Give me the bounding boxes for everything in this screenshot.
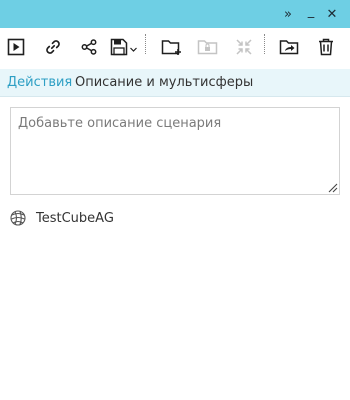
close-button[interactable]: ✕ <box>323 4 341 24</box>
folder-plus-icon <box>161 40 181 55</box>
toolbar-separator <box>264 34 265 54</box>
close-icon: ✕ <box>326 6 338 22</box>
minimize-icon: _ <box>307 3 315 19</box>
play-button[interactable] <box>5 36 27 58</box>
scenario-description-input[interactable] <box>10 107 340 195</box>
folder-lock-icon <box>197 40 218 55</box>
move-to-folder-button[interactable] <box>278 36 302 58</box>
minimize-button[interactable]: _ <box>302 4 320 24</box>
expand-button[interactable]: » <box>279 4 297 24</box>
collapse-arrows-icon <box>236 39 252 55</box>
trash-icon <box>319 38 333 56</box>
resize-grip-icon[interactable] <box>327 182 338 193</box>
cube-icon <box>10 210 26 226</box>
new-folder-button[interactable] <box>160 36 184 58</box>
toolbar-separator <box>145 34 146 54</box>
double-chevron-right-icon: » <box>284 6 292 22</box>
tab-actions[interactable]: Действия <box>7 75 72 90</box>
window-titlebar: » _ ✕ <box>0 0 350 28</box>
scenario-item[interactable]: TestCubeAG <box>9 208 114 228</box>
delete-button[interactable] <box>315 36 337 58</box>
scenario-name: TestCubeAG <box>36 210 114 226</box>
share-button[interactable] <box>78 36 100 58</box>
collapse-button[interactable] <box>233 36 255 58</box>
save-dropdown-button[interactable] <box>110 36 140 58</box>
floppy-disk-icon <box>110 38 137 56</box>
toolbar <box>0 28 350 66</box>
share-icon <box>81 39 97 55</box>
locked-folder-button[interactable] <box>196 36 220 58</box>
play-icon <box>7 38 25 56</box>
tab-bar: Действия Описание и мультисферы <box>0 69 350 97</box>
chevron-down-icon <box>130 47 137 52</box>
folder-arrow-icon <box>279 40 299 55</box>
link-icon <box>46 40 60 54</box>
tab-description-multispheres[interactable]: Описание и мультисферы <box>75 75 253 90</box>
link-button[interactable] <box>42 36 64 58</box>
